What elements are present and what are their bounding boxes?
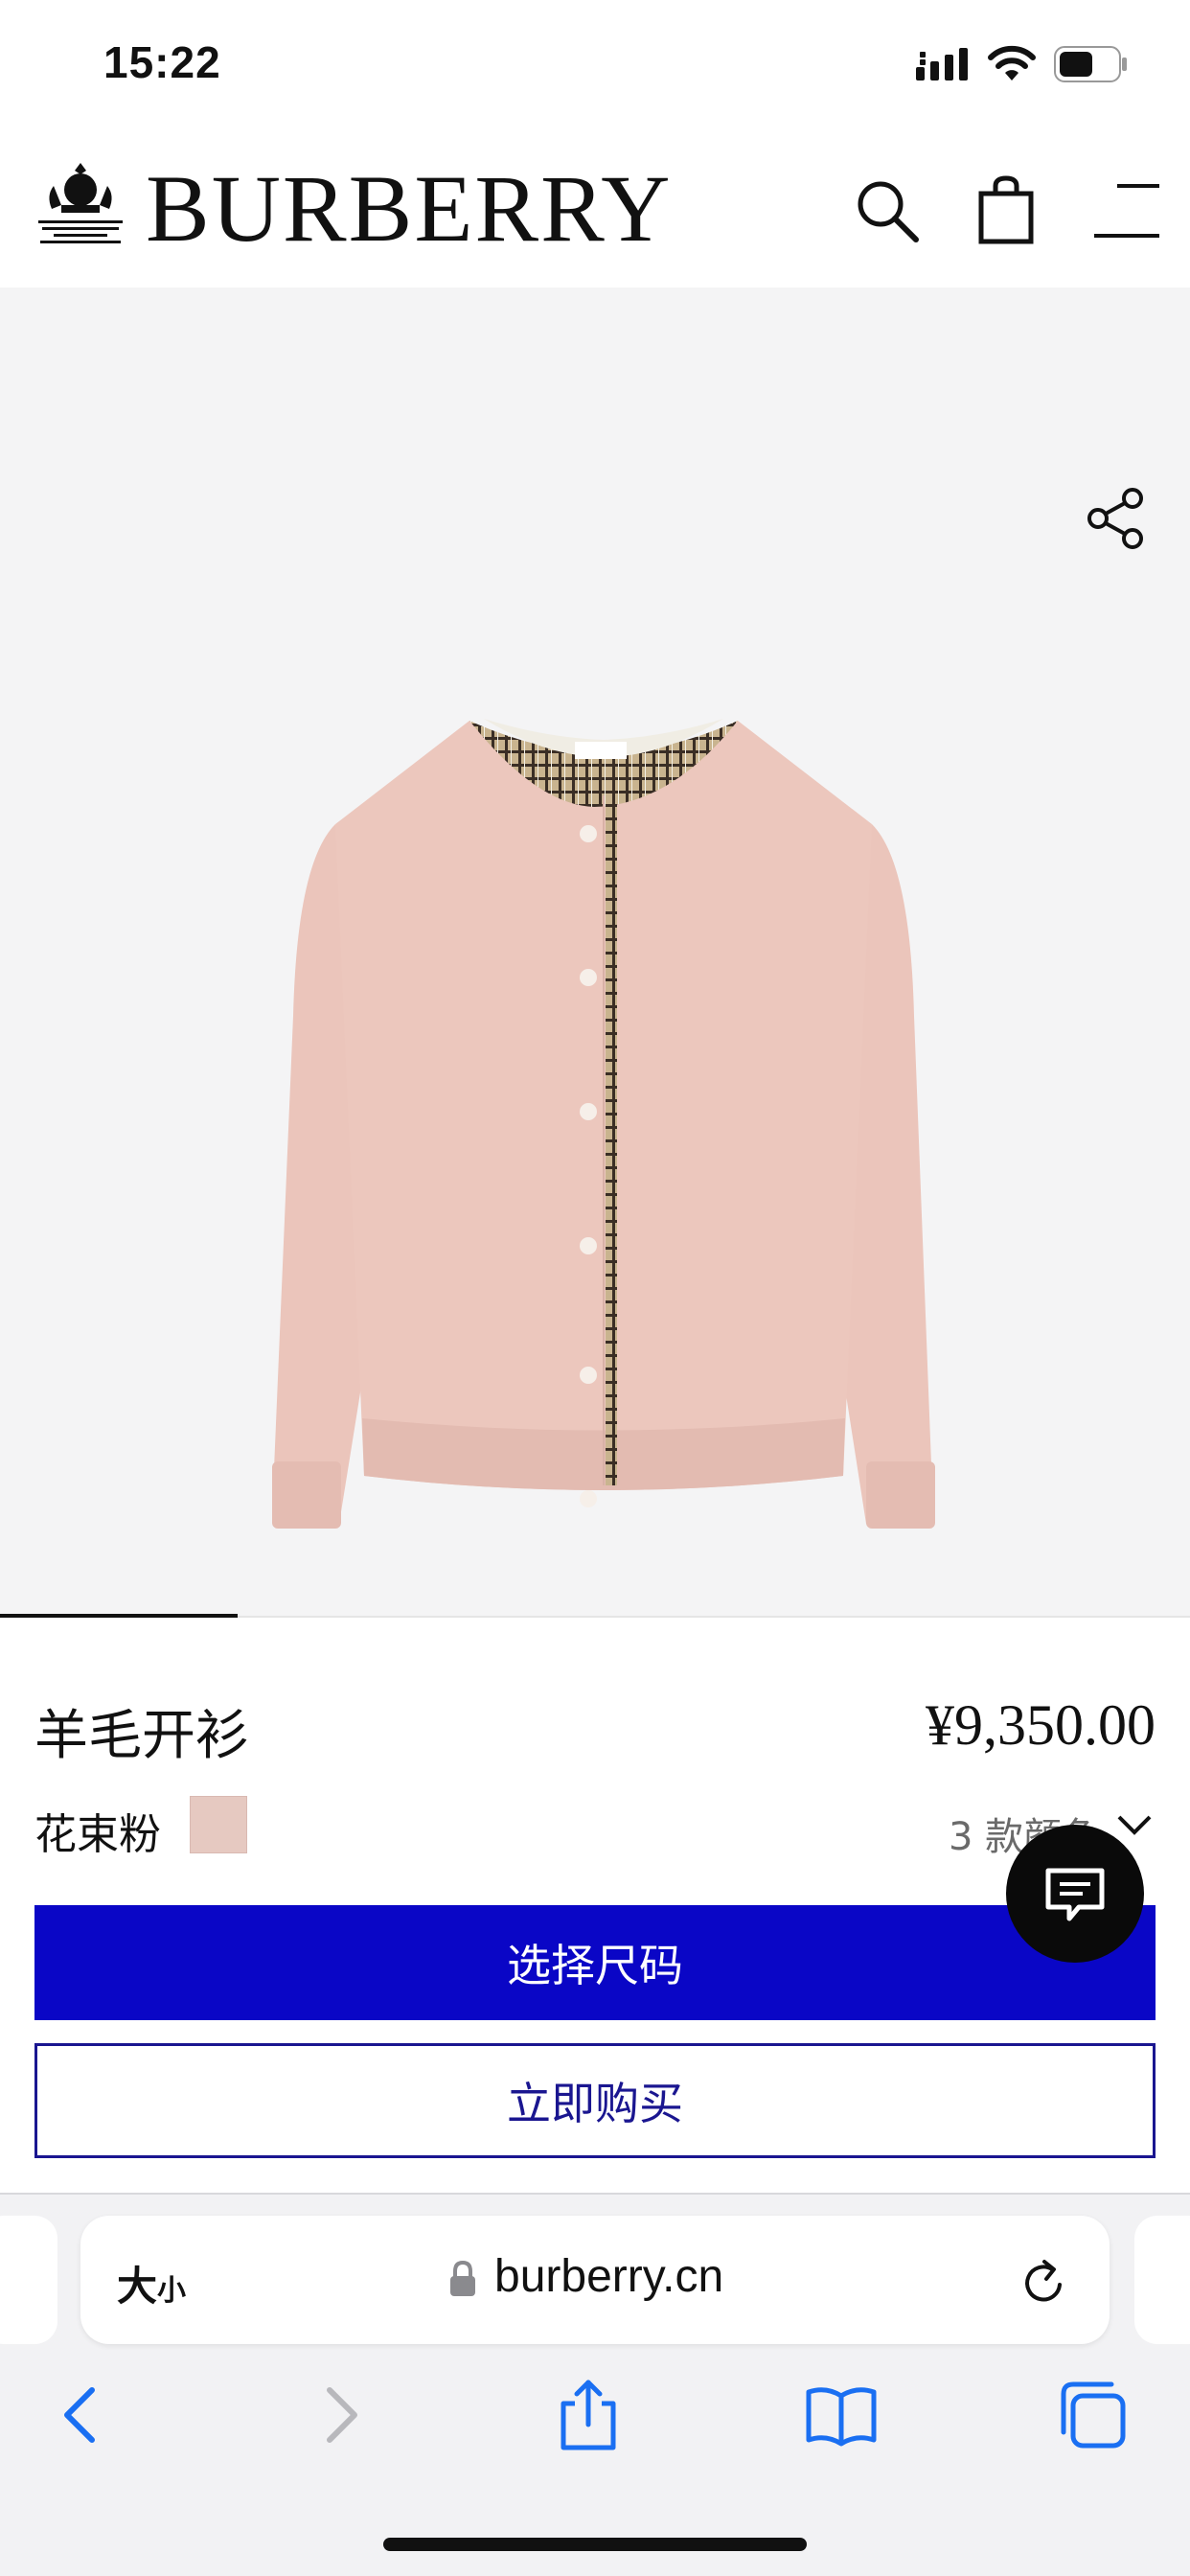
status-bar: 15:22 [0, 0, 1190, 134]
menu-icon[interactable] [1088, 172, 1165, 249]
shopping-bag-icon[interactable] [968, 172, 1044, 249]
site-header: BURBERRY [0, 134, 1190, 288]
carousel-progress-indicator [0, 1614, 239, 1618]
brand-logo[interactable]: BURBERRY [146, 161, 673, 257]
lock-icon [450, 2260, 475, 2296]
status-time: 15:22 [103, 37, 221, 87]
buy-now-button[interactable]: 立即购买 [34, 2043, 1156, 2158]
cellular-signal-icon [916, 48, 968, 80]
share-icon[interactable] [1083, 485, 1150, 552]
chevron-down-icon[interactable] [1115, 1809, 1154, 1842]
text-size-button[interactable]: 大小 [117, 2254, 186, 2312]
address-bar[interactable]: 大小 burberry.cn [80, 2216, 1110, 2344]
product-image-carousel[interactable] [0, 288, 1190, 1618]
bookmarks-icon[interactable] [801, 2375, 881, 2455]
wifi-icon [988, 45, 1036, 80]
url-text[interactable]: burberry.cn [494, 2250, 723, 2303]
product-image-cardigan [272, 719, 935, 1529]
reload-icon[interactable] [1018, 2256, 1071, 2310]
next-tab-preview[interactable] [1134, 2216, 1190, 2344]
product-price: ¥9,350.00 [926, 1693, 1156, 1757]
back-icon[interactable] [42, 2375, 123, 2455]
previous-tab-preview[interactable] [0, 2216, 57, 2344]
forward-icon[interactable] [299, 2375, 379, 2455]
selected-color-name: 花束粉 [34, 1810, 161, 1859]
product-title: 羊毛开衫 [34, 1705, 249, 1767]
royal-warrant-crest-icon [38, 163, 123, 243]
search-icon[interactable] [849, 172, 926, 249]
select-size-button[interactable]: 选择尺码 [34, 1905, 1156, 2020]
chat-icon [1045, 1868, 1105, 1921]
color-swatch[interactable] [190, 1796, 247, 1853]
home-indicator[interactable] [383, 2538, 807, 2551]
browser-toolbar: 大小 burberry.cn [0, 2193, 1190, 2576]
battery-icon [1054, 46, 1127, 82]
chat-button[interactable] [1006, 1825, 1144, 1963]
tabs-icon[interactable] [1052, 2375, 1133, 2455]
share-sheet-icon[interactable] [548, 2375, 629, 2455]
